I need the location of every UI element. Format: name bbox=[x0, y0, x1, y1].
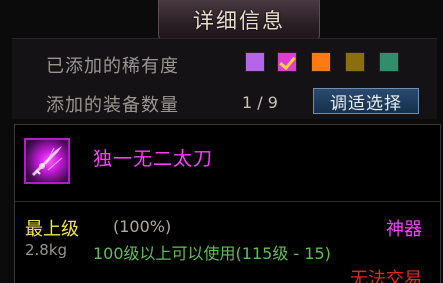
rarity-swatch-orange[interactable] bbox=[311, 52, 331, 72]
item-weight: 2.8kg bbox=[25, 241, 68, 259]
rarity-swatch-purple[interactable] bbox=[245, 52, 265, 72]
count-label: 添加的装备数量 bbox=[46, 95, 179, 116]
rarity-swatch-magenta[interactable] bbox=[277, 52, 297, 72]
divider bbox=[15, 201, 440, 202]
item-grade: 最上级 bbox=[25, 219, 79, 240]
item-name: 独一无二太刀 bbox=[93, 148, 214, 170]
count-value: 1 / 9 bbox=[242, 93, 278, 112]
trade-status: 无法交易 bbox=[350, 269, 422, 283]
katana-icon bbox=[24, 138, 70, 184]
rarity-swatch-teal[interactable] bbox=[379, 52, 399, 72]
left-edge bbox=[0, 124, 14, 283]
item-rarity: 神器 bbox=[386, 219, 422, 240]
level-requirement: 100级以上可以使用(115级 - 15) bbox=[93, 244, 331, 263]
title-tab: 详细信息 bbox=[158, 0, 320, 41]
item-detail-window: 详细信息 已添加的稀有度 添加的装备数量 1 / 9 调适选择 独一无二太刀 最… bbox=[0, 0, 443, 283]
rarity-label: 已添加的稀有度 bbox=[46, 56, 179, 77]
window-title: 详细信息 bbox=[193, 9, 285, 33]
rarity-swatch-olive[interactable] bbox=[345, 52, 365, 72]
item-grade-percent: (100%) bbox=[113, 217, 172, 236]
adjust-selection-button[interactable]: 调适选择 bbox=[313, 88, 419, 114]
item-tooltip: 独一无二太刀 最上级 (100%) 神器 2.8kg 100级以上可以使用(11… bbox=[14, 124, 441, 283]
